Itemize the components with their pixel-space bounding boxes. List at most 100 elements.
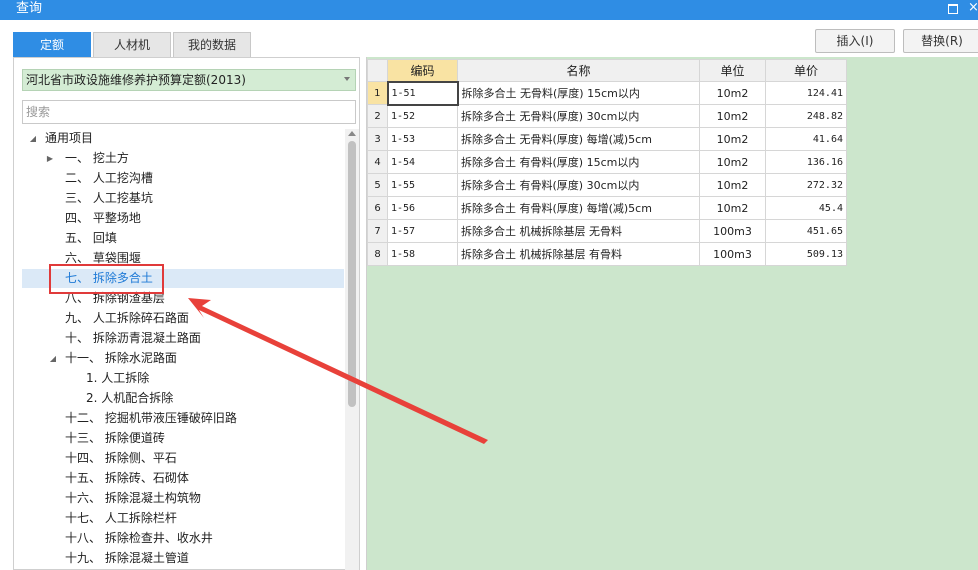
table-row[interactable]: 6 1-56 拆除多合土 有骨料(厚度) 每增(减)5cm 10m2 45.4 xyxy=(367,196,847,220)
close-icon[interactable]: × xyxy=(968,0,978,16)
tree-node[interactable]: 十七、 人工拆除栏杆 xyxy=(14,509,344,528)
quota-tree: ◢ 通用项目 ▶ 一、 挖土方 二、 人工挖沟槽 三、 人工挖基坑 四、 平整场… xyxy=(14,129,344,570)
tree-node[interactable]: 五、 回填 xyxy=(14,229,344,248)
maximize-icon[interactable] xyxy=(946,2,958,14)
cell-price[interactable]: 124.41 xyxy=(765,81,847,105)
replace-button[interactable]: 替换(R) xyxy=(903,29,978,53)
column-header-price[interactable]: 单价 xyxy=(765,59,847,82)
tree-node-label: 通用项目 xyxy=(45,131,94,145)
tree-node[interactable]: 1. 人工拆除 xyxy=(14,369,344,388)
quota-results-panel: 编码 名称 单位 单价 1 1-51 拆除多合土 无骨料(厚度) 15cm以内 … xyxy=(366,57,978,570)
chevron-down-icon[interactable] xyxy=(344,77,350,81)
cell-name[interactable]: 拆除多合土 有骨料(厚度) 每增(减)5cm xyxy=(457,196,700,220)
tree-node[interactable]: 十五、 拆除砖、石砌体 xyxy=(14,469,344,488)
tab-quota[interactable]: 定额 xyxy=(13,32,91,57)
cell-code[interactable]: 1-58 xyxy=(387,242,458,266)
row-number: 4 xyxy=(367,150,388,174)
cell-code[interactable]: 1-52 xyxy=(387,104,458,128)
cell-unit[interactable]: 10m2 xyxy=(699,196,766,220)
tree-node[interactable]: 十二、 挖掘机带液压锤破碎旧路 xyxy=(14,409,344,428)
cell-price[interactable]: 136.16 xyxy=(765,150,847,174)
tree-node[interactable]: 十九、 拆除混凝土管道 xyxy=(14,549,344,568)
cell-price[interactable]: 248.82 xyxy=(765,104,847,128)
cell-name[interactable]: 拆除多合土 有骨料(厚度) 15cm以内 xyxy=(457,150,700,174)
table-row[interactable]: 4 1-54 拆除多合土 有骨料(厚度) 15cm以内 10m2 136.16 xyxy=(367,150,847,174)
tree-node[interactable]: ◢ 十一、 拆除水泥路面 xyxy=(14,349,344,368)
tab-labor-material-machine[interactable]: 人材机 xyxy=(93,32,171,57)
table-header-row: 编码 名称 单位 单价 xyxy=(367,59,847,82)
row-number: 5 xyxy=(367,173,388,197)
row-number: 2 xyxy=(367,104,388,128)
tree-node-label: 十二、 挖掘机带液压锤破碎旧路 xyxy=(65,411,237,425)
tree-node-label: 一、 挖土方 xyxy=(65,151,129,165)
collapse-arrow-icon[interactable]: ◢ xyxy=(28,129,38,148)
column-header-code[interactable]: 编码 xyxy=(387,59,458,82)
row-number: 8 xyxy=(367,242,388,266)
tree-node[interactable]: 四、 平整场地 xyxy=(14,209,344,228)
cell-code[interactable]: 1-54 xyxy=(387,150,458,174)
cell-code[interactable]: 1-56 xyxy=(387,196,458,220)
cell-unit[interactable]: 100m3 xyxy=(699,219,766,243)
collapse-arrow-icon[interactable]: ◢ xyxy=(48,349,58,368)
cell-name[interactable]: 拆除多合土 有骨料(厚度) 30cm以内 xyxy=(457,173,700,197)
tree-scrollbar[interactable] xyxy=(345,129,359,570)
table-row[interactable]: 7 1-57 拆除多合土 机械拆除基层 无骨料 100m3 451.65 xyxy=(367,219,847,243)
tree-node-label: 四、 平整场地 xyxy=(65,211,141,225)
tree-node-label: 十八、 拆除检查井、收水井 xyxy=(65,531,213,545)
tree-node-label: 三、 人工挖基坑 xyxy=(65,191,153,205)
cell-code[interactable]: 1-53 xyxy=(387,127,458,151)
tree-node[interactable]: 十三、 拆除便道砖 xyxy=(14,429,344,448)
expand-arrow-icon[interactable]: ▶ xyxy=(45,149,55,168)
tree-node-label: 十六、 拆除混凝土构筑物 xyxy=(65,491,201,505)
tree-node[interactable]: 十、 拆除沥青混凝土路面 xyxy=(14,329,344,348)
cell-code[interactable]: 1-57 xyxy=(387,219,458,243)
tree-node[interactable]: 2. 人机配合拆除 xyxy=(14,389,344,408)
tree-node[interactable]: ▶ 一、 挖土方 xyxy=(14,149,344,168)
tree-node-label: 十九、 拆除混凝土管道 xyxy=(65,551,189,565)
column-header-name[interactable]: 名称 xyxy=(457,59,700,82)
cell-price[interactable]: 41.64 xyxy=(765,127,847,151)
quota-book-select[interactable]: 河北省市政设施维修养护预算定额(2013) xyxy=(22,69,356,91)
table-row[interactable]: 8 1-58 拆除多合土 机械拆除基层 有骨料 100m3 509.13 xyxy=(367,242,847,266)
cell-name[interactable]: 拆除多合土 机械拆除基层 有骨料 xyxy=(457,242,700,266)
insert-button[interactable]: 插入(I) xyxy=(815,29,895,53)
tree-node[interactable]: 二、 人工挖沟槽 xyxy=(14,169,344,188)
cell-name[interactable]: 拆除多合土 无骨料(厚度) 每增(减)5cm xyxy=(457,127,700,151)
scrollbar-thumb[interactable] xyxy=(348,141,356,407)
cell-code[interactable]: 1-55 xyxy=(387,173,458,197)
tree-node[interactable]: 九、 人工拆除碎石路面 xyxy=(14,309,344,328)
tree-node-label: 2. 人机配合拆除 xyxy=(86,391,174,405)
query-dialog: 查询 × 定额 人材机 我的数据 插入(I) 替换(R) 河北省市政设施维修养护… xyxy=(0,0,978,570)
tree-node[interactable]: 十四、 拆除侧、平石 xyxy=(14,449,344,468)
cell-unit[interactable]: 100m3 xyxy=(699,242,766,266)
cell-code[interactable]: 1-51 xyxy=(386,80,459,106)
table-row[interactable]: 1 1-51 拆除多合土 无骨料(厚度) 15cm以内 10m2 124.41 xyxy=(367,80,847,106)
cell-price[interactable]: 451.65 xyxy=(765,219,847,243)
cell-price[interactable]: 45.4 xyxy=(765,196,847,220)
cell-price[interactable]: 509.13 xyxy=(765,242,847,266)
tree-node-general-items[interactable]: ◢ 通用项目 xyxy=(14,129,344,148)
table-row[interactable]: 3 1-53 拆除多合土 无骨料(厚度) 每增(减)5cm 10m2 41.64 xyxy=(367,127,847,151)
row-number: 3 xyxy=(367,127,388,151)
row-number: 6 xyxy=(367,196,388,220)
tree-node[interactable]: 十八、 拆除检查井、收水井 xyxy=(14,529,344,548)
column-header-unit[interactable]: 单位 xyxy=(699,59,766,82)
tree-node[interactable]: 十六、 拆除混凝土构筑物 xyxy=(14,489,344,508)
tab-my-data[interactable]: 我的数据 xyxy=(173,32,251,57)
cell-unit[interactable]: 10m2 xyxy=(699,150,766,174)
cell-price[interactable]: 272.32 xyxy=(765,173,847,197)
cell-name[interactable]: 拆除多合土 机械拆除基层 无骨料 xyxy=(457,219,700,243)
search-input[interactable] xyxy=(22,100,356,124)
quota-book-value: 河北省市政设施维修养护预算定额(2013) xyxy=(26,73,246,87)
cell-unit[interactable]: 10m2 xyxy=(699,81,766,105)
title-bar[interactable]: 查询 × xyxy=(0,0,978,20)
cell-unit[interactable]: 10m2 xyxy=(699,104,766,128)
table-row[interactable]: 2 1-52 拆除多合土 无骨料(厚度) 30cm以内 10m2 248.82 xyxy=(367,104,847,128)
table-row[interactable]: 5 1-55 拆除多合土 有骨料(厚度) 30cm以内 10m2 272.32 xyxy=(367,173,847,197)
cell-unit[interactable]: 10m2 xyxy=(699,127,766,151)
cell-name[interactable]: 拆除多合土 无骨料(厚度) 30cm以内 xyxy=(457,104,700,128)
cell-name[interactable]: 拆除多合土 无骨料(厚度) 15cm以内 xyxy=(457,81,700,105)
tree-node[interactable]: 三、 人工挖基坑 xyxy=(14,189,344,208)
scroll-up-icon[interactable] xyxy=(348,131,356,136)
cell-unit[interactable]: 10m2 xyxy=(699,173,766,197)
